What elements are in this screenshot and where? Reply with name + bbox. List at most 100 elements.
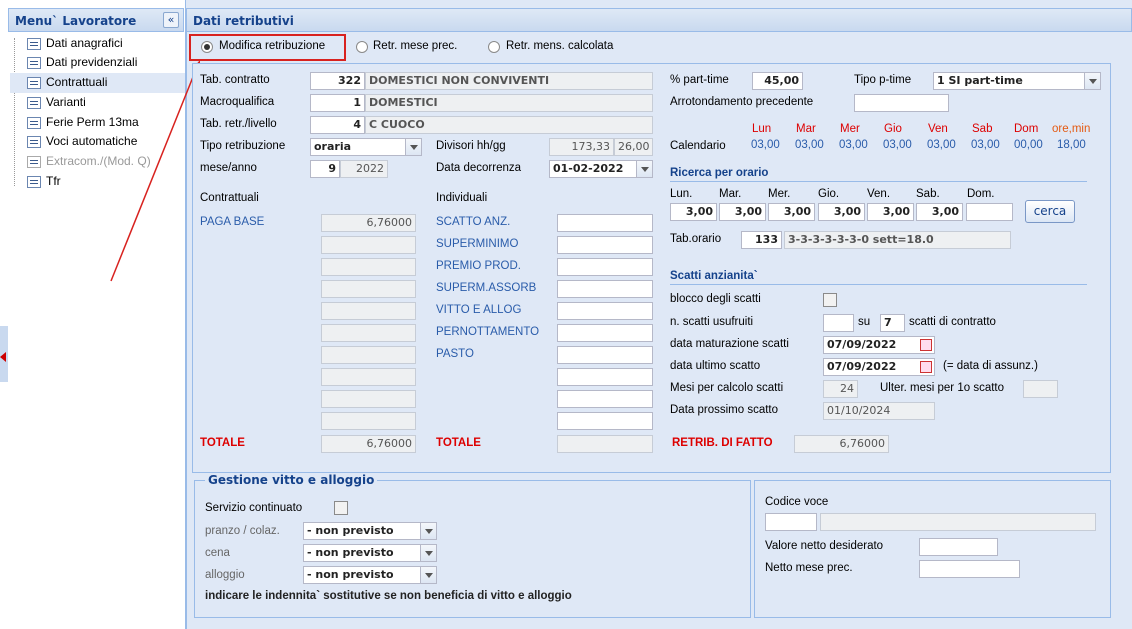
radio-retr-mese-prec[interactable] — [356, 41, 368, 53]
ricerca-title: Ricerca per orario — [670, 167, 769, 179]
radio-label: Modifica retribuzione — [219, 40, 326, 52]
ricerca-input[interactable]: 3,00 — [670, 203, 717, 221]
scatti-title: Scatti anzianita` — [670, 270, 758, 282]
individuale-input[interactable] — [557, 368, 653, 386]
tipo-ptime-select[interactable]: 1 SI part-time — [933, 72, 1101, 90]
chevron-down-icon[interactable] — [420, 545, 436, 561]
individuale-label: PASTO — [436, 348, 474, 360]
di-contratto-label: scatti di contratto — [909, 316, 996, 328]
cena-select[interactable]: - non previsto — [303, 544, 437, 562]
sidebar-item-dati-anagrafici[interactable]: Dati anagrafici — [10, 34, 184, 54]
n-scatti-input[interactable] — [823, 314, 854, 332]
calendario-label: Calendario — [670, 140, 726, 152]
ric-day: Dom. — [967, 188, 995, 200]
ric-day: Ven. — [867, 188, 891, 200]
individuale-input[interactable] — [557, 346, 653, 364]
ricerca-input[interactable]: 3,00 — [719, 203, 766, 221]
calendar-icon[interactable] — [920, 339, 932, 351]
codice-voce-desc — [820, 513, 1096, 531]
form-icon — [27, 156, 41, 168]
totale-ind-label: TOTALE — [436, 437, 481, 449]
page-title: Dati retributivi — [193, 14, 294, 28]
vitto-note: indicare le indennita` sostitutive se no… — [205, 590, 572, 602]
ricerca-input[interactable]: 3,00 — [818, 203, 865, 221]
individuale-input[interactable] — [557, 302, 653, 320]
pranzo-label: pranzo / colaz. — [205, 525, 280, 537]
data-mat-label: data maturazione scatti — [670, 338, 789, 350]
ric-day: Sab. — [916, 188, 940, 200]
pranzo-select[interactable]: - non previsto — [303, 522, 437, 540]
data-ult-input[interactable]: 07/09/2022 — [823, 358, 935, 376]
anno-input: 2022 — [340, 160, 388, 178]
codice-voce-label: Codice voce — [765, 496, 829, 508]
data-decorrenza-select[interactable]: 01-02-2022 — [549, 160, 653, 178]
collapse-icon[interactable]: « — [163, 12, 179, 28]
data-ult-label: data ultimo scatto — [670, 360, 761, 372]
macroqualifica-label: Macroqualifica — [200, 96, 275, 108]
mese-input[interactable]: 9 — [310, 160, 340, 178]
individuale-input[interactable] — [557, 280, 653, 298]
expand-arrow-icon[interactable] — [0, 352, 6, 362]
data-ult-note: (= data di assunz.) — [943, 360, 1038, 372]
individuale-input[interactable] — [557, 412, 653, 430]
alloggio-select[interactable]: - non previsto — [303, 566, 437, 584]
radio-label: Retr. mese prec. — [373, 40, 458, 52]
ricerca-input[interactable]: 3,00 — [916, 203, 963, 221]
cal-day: Ven — [928, 123, 948, 135]
contr-field — [321, 280, 416, 298]
sidebar-header: Menu` Lavoratore « — [8, 8, 184, 32]
tipo-retribuzione-select[interactable]: oraria — [310, 138, 422, 156]
netto-prec-input[interactable] — [919, 560, 1020, 578]
individuale-input[interactable] — [557, 214, 653, 232]
radio-modifica-retribuzione[interactable] — [201, 41, 213, 53]
data-mat-input[interactable]: 07/09/2022 — [823, 336, 935, 354]
individuale-input[interactable] — [557, 390, 653, 408]
chevron-down-icon[interactable] — [1084, 73, 1100, 89]
contr-field — [321, 368, 416, 386]
chevron-down-icon[interactable] — [420, 567, 436, 583]
individuale-input[interactable] — [557, 258, 653, 276]
radio-label: Retr. mens. calcolata — [506, 40, 614, 52]
individuale-input[interactable] — [557, 236, 653, 254]
cal-value: 03,00 — [883, 139, 912, 151]
arrotondamento-input[interactable] — [854, 94, 949, 112]
contr-field — [321, 324, 416, 342]
calendar-icon[interactable] — [920, 361, 932, 373]
cal-day: Lun — [752, 123, 772, 135]
individuale-label: PREMIO PROD. — [436, 260, 521, 272]
ric-day: Mer. — [768, 188, 791, 200]
data-decorrenza-label: Data decorrenza — [436, 162, 522, 174]
blocco-checkbox[interactable] — [823, 293, 837, 307]
chevron-down-icon[interactable] — [405, 139, 421, 155]
individuale-input[interactable] — [557, 324, 653, 342]
tab-retr-code[interactable]: 4 — [310, 116, 365, 134]
form-icon — [27, 38, 41, 50]
chevron-down-icon[interactable] — [420, 523, 436, 539]
prossimo-value: 01/10/2024 — [823, 402, 935, 420]
macroqualifica-code[interactable]: 1 — [310, 94, 365, 112]
divisori-gg: 26,00 — [614, 138, 653, 156]
cal-value: 03,00 — [839, 139, 868, 151]
su-input[interactable]: 7 — [880, 314, 905, 332]
individuale-label: PERNOTTAMENTO — [436, 326, 540, 338]
divisori-label: Divisori hh/gg — [436, 140, 506, 152]
valore-netto-input[interactable] — [919, 538, 998, 556]
paga-base-label: PAGA BASE — [200, 216, 265, 228]
contr-field — [321, 236, 416, 254]
tab-retr-desc: C CUOCO — [365, 116, 653, 134]
tab-retr-label: Tab. retr./livello — [200, 118, 277, 130]
chevron-down-icon[interactable] — [636, 161, 652, 177]
tab-contratto-code[interactable]: 322 — [310, 72, 365, 90]
contr-field — [321, 302, 416, 320]
codice-voce-input[interactable] — [765, 513, 817, 531]
ricerca-input[interactable]: 3,00 — [768, 203, 815, 221]
ricerca-input[interactable] — [966, 203, 1013, 221]
ricerca-input[interactable]: 3,00 — [867, 203, 914, 221]
servizio-checkbox[interactable] — [334, 501, 348, 515]
cena-label: cena — [205, 547, 230, 559]
part-time-input[interactable]: 45,00 — [752, 72, 803, 90]
tab-orario-code[interactable]: 133 — [741, 231, 782, 249]
cerca-button[interactable]: cerca — [1025, 200, 1075, 223]
form-icon — [27, 176, 41, 188]
radio-retr-mens-calcolata[interactable] — [488, 41, 500, 53]
